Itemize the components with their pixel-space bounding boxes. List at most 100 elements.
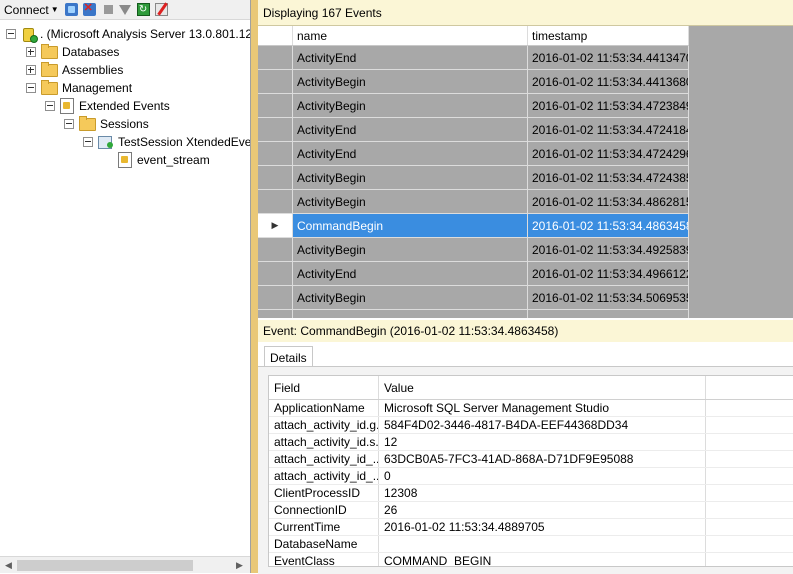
row-selector[interactable] [258,166,293,189]
row-selector[interactable] [258,238,293,261]
row-selector[interactable] [258,142,293,165]
column-header-name[interactable]: name [293,26,528,45]
details-row[interactable]: DatabaseName [269,536,793,553]
tree-node-server[interactable]: . (Microsoft Analysis Server 13.0.801.12 [6,25,250,43]
cell-name[interactable]: ActivityBegin [293,286,528,309]
cell-timestamp[interactable]: 2016-01-02 11:53:34.4413680 [528,70,689,93]
event-stream-icon [118,152,132,168]
table-row[interactable]: ActivityBegin 2016-01-02 11:53:34.4925839 [258,238,689,262]
selected-event-text: Event: CommandBegin (2016-01-02 11:53:34… [263,324,559,338]
cell-timestamp[interactable]: 2016-01-02 11:53:34.4724184 [528,118,689,141]
cell-name[interactable]: CommandBegin [293,214,528,237]
tree-node-extended-events[interactable]: Extended Events [45,97,170,115]
pane-splitter[interactable] [251,0,258,573]
table-row[interactable]: ▶ CommandBegin 2016-01-02 11:53:34.4863458 [258,214,689,238]
row-selector-header[interactable] [258,26,293,45]
details-row[interactable]: attach_activity_id.g... 584F4D02-3446-481… [269,417,793,434]
cell-timestamp[interactable]: 2016-01-02 11:53:34.4863458 [528,214,689,237]
tree-label: TestSession XtendedEver [118,135,251,149]
details-row[interactable]: attach_activity_id_... 0 [269,468,793,485]
expand-icon[interactable] [26,65,36,75]
cell-timestamp[interactable]: 2016-01-02 11:53:34.4413470 [528,46,689,69]
table-row[interactable]: ActivityBegin 2016-01-02 11:53:34.4723849 [258,94,689,118]
row-selector[interactable] [258,118,293,141]
filter-icon[interactable] [118,4,131,15]
scroll-right-icon[interactable]: ▶ [231,557,248,573]
cell-name[interactable]: ActivityBegin [293,190,528,213]
detail-field: attach_activity_id_... [269,468,379,484]
row-selector[interactable] [258,190,293,213]
cell-timestamp[interactable]: 2016-01-02 11:53:34.4925839 [528,238,689,261]
row-selector[interactable] [258,286,293,309]
collapse-icon[interactable] [26,83,36,93]
details-header-row: Field Value [269,376,793,400]
details-row[interactable]: ConnectionID 26 [269,502,793,519]
table-row[interactable] [258,310,689,318]
table-row[interactable]: ActivityBegin 2016-01-02 11:53:34.4413680 [258,70,689,94]
expand-icon[interactable] [26,47,36,57]
tree-label: Assemblies [62,63,124,77]
cell-timestamp[interactable]: 2016-01-02 11:53:34.4862815 [528,190,689,213]
tree-node-assemblies[interactable]: Assemblies [26,61,123,79]
connect-plug-icon[interactable] [64,3,78,16]
tab-details[interactable]: Details [264,346,313,368]
row-selector[interactable] [258,46,293,69]
selected-event-bar: Event: CommandBegin (2016-01-02 11:53:34… [258,320,793,342]
collapse-icon[interactable] [83,137,93,147]
cell-timestamp[interactable]: 2016-01-02 11:53:34.4966122 [528,262,689,285]
table-row[interactable]: ActivityEnd 2016-01-02 11:53:34.4724296 [258,142,689,166]
refresh-icon[interactable]: ↻ [136,3,150,16]
collapse-icon[interactable] [45,101,55,111]
table-row[interactable]: ActivityEnd 2016-01-02 11:53:34.4966122 [258,262,689,286]
row-selector[interactable] [258,262,293,285]
tree-node-event-stream[interactable]: event_stream [118,151,210,169]
table-row[interactable]: ActivityBegin 2016-01-02 11:53:34.4862815 [258,190,689,214]
table-row[interactable]: ActivityBegin 2016-01-02 11:53:34.4724385 [258,166,689,190]
cell-timestamp[interactable]: 2016-01-02 11:53:34.4724296 [528,142,689,165]
cell-timestamp[interactable]: 2016-01-02 11:53:34.4723849 [528,94,689,117]
details-row[interactable]: CurrentTime 2016-01-02 11:53:34.4889705 [269,519,793,536]
collapse-icon[interactable] [64,119,74,129]
cell-name[interactable]: ActivityBegin [293,94,528,117]
column-header-timestamp[interactable]: timestamp [528,26,689,45]
tree-node-management[interactable]: Management [26,79,132,97]
tree-node-sessions[interactable]: Sessions [64,115,149,133]
cell-name[interactable]: ActivityEnd [293,262,528,285]
details-row[interactable]: ApplicationName Microsoft SQL Server Mana… [269,400,793,417]
details-row[interactable]: ClientProcessID 12308 [269,485,793,502]
cell-name[interactable]: ActivityBegin [293,166,528,189]
connect-button[interactable]: Connect ▼ [0,0,65,19]
stop-icon[interactable] [103,5,113,14]
tree-label: Sessions [100,117,149,131]
horizontal-scrollbar[interactable]: ◀ ▶ [0,556,250,573]
row-selector[interactable] [258,70,293,93]
cell-timestamp[interactable]: 2016-01-02 11:53:34.5069535 [528,286,689,309]
row-selector[interactable]: ▶ [258,214,293,237]
column-header-value[interactable]: Value [379,376,706,399]
detail-field: DatabaseName [269,536,379,552]
cell-name[interactable]: ActivityBegin [293,238,528,261]
column-header-field[interactable]: Field [269,376,379,399]
details-row[interactable]: attach_activity_id.s... 12 [269,434,793,451]
cell-name[interactable]: ActivityEnd [293,118,528,141]
row-selector[interactable] [258,94,293,117]
cell-name[interactable]: ActivityBegin [293,70,528,93]
tree-node-test-session[interactable]: TestSession XtendedEver [83,133,251,151]
table-row[interactable]: ActivityBegin 2016-01-02 11:53:34.5069535 [258,286,689,310]
details-row[interactable]: attach_activity_id_... 63DCB0A5-7FC3-41AD… [269,451,793,468]
cell-name[interactable]: ActivityEnd [293,46,528,69]
detail-field: attach_activity_id.s... [269,434,379,450]
cell-name[interactable]: ActivityEnd [293,142,528,165]
scroll-left-icon[interactable]: ◀ [0,557,17,573]
tree-node-databases[interactable]: Databases [26,43,119,61]
cell-timestamp[interactable]: 2016-01-02 11:53:34.4724385 [528,166,689,189]
details-row[interactable]: EventClass COMMAND_BEGIN [269,553,793,566]
detail-field: EventClass [269,553,379,566]
table-row[interactable]: ActivityEnd 2016-01-02 11:53:34.4724184 [258,118,689,142]
activity-monitor-icon[interactable] [154,3,168,16]
folder-icon [41,79,58,95]
collapse-icon[interactable] [6,29,16,39]
disconnect-icon[interactable] [82,1,96,16]
scrollbar-thumb[interactable] [17,560,193,571]
table-row[interactable]: ActivityEnd 2016-01-02 11:53:34.4413470 [258,46,689,70]
